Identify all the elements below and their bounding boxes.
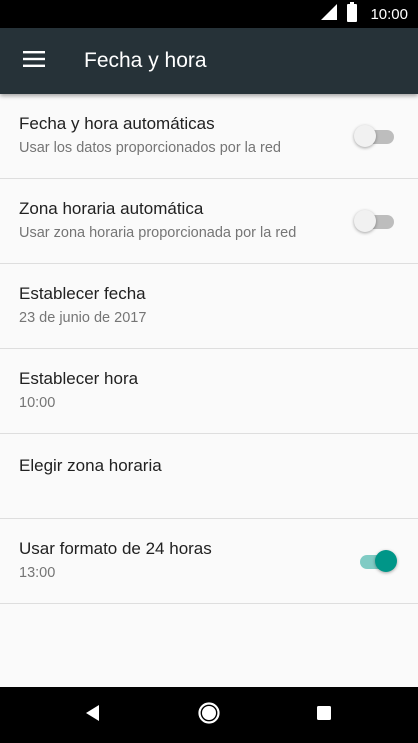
- setting-auto-date-time[interactable]: Fecha y hora automáticas Usar los datos …: [0, 94, 418, 179]
- 24-hour-format-switch[interactable]: [358, 549, 397, 573]
- auto-timezone-switch[interactable]: [354, 209, 396, 233]
- menu-icon: [23, 50, 45, 72]
- navigation-bar: [0, 687, 418, 743]
- settings-list: Fecha y hora automáticas Usar los datos …: [0, 94, 418, 604]
- status-bar: 10:00: [0, 0, 418, 28]
- setting-set-time[interactable]: Establecer hora 10:00: [0, 349, 418, 434]
- switch-thumb: [354, 125, 376, 147]
- back-button[interactable]: [73, 695, 113, 735]
- settings-screen: 10:00 Fecha y hora Fecha y hora automáti…: [0, 0, 418, 743]
- status-icons: 10:00: [320, 0, 408, 28]
- setting-title: Zona horaria automática: [19, 199, 204, 218]
- setting-choose-timezone[interactable]: Elegir zona horaria: [0, 434, 418, 519]
- setting-subtitle: Usar los datos proporcionados por la red: [19, 140, 281, 156]
- setting-set-date[interactable]: Establecer fecha 23 de junio de 2017: [0, 264, 418, 349]
- app-bar: Fecha y hora: [0, 28, 418, 94]
- setting-subtitle: 13:00: [19, 565, 56, 581]
- setting-title: Establecer hora: [19, 369, 139, 388]
- setting-title: Establecer fecha: [19, 284, 146, 303]
- setting-title: Usar formato de 24 horas: [19, 539, 212, 558]
- menu-button[interactable]: [10, 37, 58, 85]
- auto-date-time-switch[interactable]: [354, 124, 396, 148]
- page-title: Fecha y hora: [84, 49, 207, 72]
- setting-title: Elegir zona horaria: [19, 456, 162, 475]
- setting-title: Fecha y hora automáticas: [19, 114, 215, 133]
- switch-thumb: [375, 550, 397, 572]
- recents-button[interactable]: [304, 695, 344, 735]
- status-time: 10:00: [370, 5, 408, 23]
- signal-icon: [320, 3, 338, 26]
- setting-24-hour-format[interactable]: Usar formato de 24 horas 13:00: [0, 519, 418, 604]
- setting-subtitle: 10:00: [19, 395, 56, 411]
- recents-icon: [316, 705, 332, 726]
- back-icon: [84, 704, 102, 727]
- setting-subtitle: Usar zona horaria proporcionada por la r…: [19, 225, 297, 241]
- setting-auto-timezone[interactable]: Zona horaria automática Usar zona horari…: [0, 179, 418, 264]
- switch-thumb: [354, 210, 376, 232]
- home-icon: [197, 701, 221, 730]
- battery-icon: [346, 1, 358, 27]
- setting-subtitle: 23 de junio de 2017: [19, 310, 147, 326]
- home-button[interactable]: [189, 695, 229, 735]
